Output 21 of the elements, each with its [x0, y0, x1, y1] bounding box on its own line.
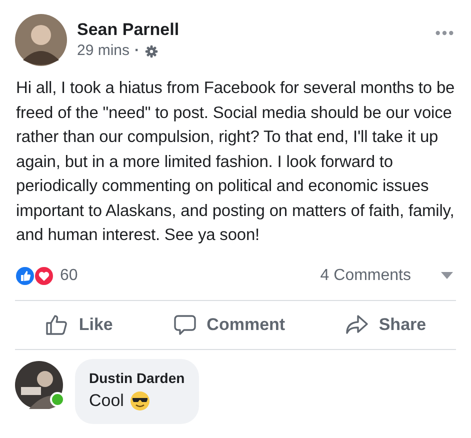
share-button[interactable]: Share: [338, 308, 432, 340]
reaction-count[interactable]: 60: [60, 266, 78, 284]
speech-bubble-icon: [172, 312, 197, 336]
commenter-name[interactable]: Dustin Darden: [89, 368, 185, 388]
avatar[interactable]: [15, 14, 67, 66]
comment-count[interactable]: 4 Comments: [320, 266, 411, 284]
thumbs-up-icon: [44, 312, 69, 336]
dropdown-icon[interactable]: [441, 272, 453, 279]
comment-button[interactable]: Comment: [166, 308, 292, 340]
settings-icon[interactable]: [144, 44, 158, 58]
post-text: Hi all, I took a hiatus from Facebook for several months to be freed of the "need" to post. Social media should be our voice rather than our compulsion, right? To that end, I'll take it up again, but in a more limited fashion. I look forward to periodically commenting on political and economic issues important to Alaskans, and posting on matters of faith, family, and human interest. See ya soon!: [16, 78, 456, 246]
share-arrow-icon: [344, 312, 369, 336]
sunglasses-emoji-icon: [130, 390, 150, 410]
author-name[interactable]: Sean Parnell: [77, 19, 435, 41]
like-button[interactable]: Like: [38, 308, 119, 340]
comment-text: Cool: [89, 390, 124, 412]
reaction-icons: [15, 266, 55, 286]
post-time[interactable]: 29 mins: [77, 41, 130, 61]
more-icon[interactable]: [435, 30, 454, 36]
separator-dot: ·: [134, 41, 140, 61]
avatar[interactable]: [15, 360, 63, 408]
